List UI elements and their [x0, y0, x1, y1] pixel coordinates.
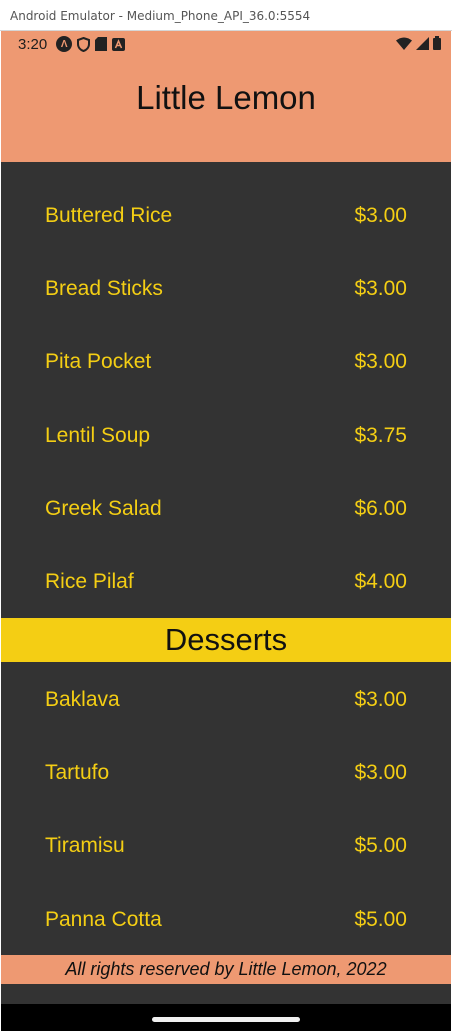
- emulator-window-title: Android Emulator - Medium_Phone_API_36.0…: [0, 0, 452, 31]
- menu-item-name: Rice Pilaf: [45, 569, 134, 593]
- menu-item[interactable]: Greek Salad $6.00: [1, 472, 451, 545]
- menu-item-name: Pita Pocket: [45, 349, 152, 373]
- signal-icon: [416, 36, 429, 55]
- menu-item-price: $3.00: [354, 276, 407, 300]
- menu-item-price: $6.00: [354, 496, 407, 520]
- dessert-item[interactable]: Baklava $3.00: [1, 663, 451, 736]
- app-title: Little Lemon: [136, 79, 316, 116]
- dessert-item[interactable]: Panna Cotta $5.00: [1, 883, 451, 956]
- phone-screen: 3:20 Λ Little Lemon Buttered Rice $3.00: [1, 31, 451, 1031]
- menu-item[interactable]: Pita Pocket $3.00: [1, 325, 451, 398]
- notification-a-icon: [112, 37, 126, 51]
- android-auto-icon: Λ: [56, 36, 73, 52]
- battery-icon: [433, 36, 441, 55]
- dessert-item[interactable]: Tiramisu $5.00: [1, 809, 451, 882]
- menu-item-price: $3.00: [354, 349, 407, 373]
- menu-item-name: Bread Sticks: [45, 276, 163, 300]
- menu-item[interactable]: Bread Sticks $3.00: [1, 252, 451, 325]
- menu-item-name: Buttered Rice: [45, 203, 173, 227]
- status-time: 3:20: [18, 35, 48, 53]
- app-footer: All rights reserved by Little Lemon, 202…: [1, 955, 451, 984]
- home-gesture-handle[interactable]: [152, 1016, 300, 1022]
- menu-item[interactable]: Buttered Rice $3.00: [1, 179, 451, 252]
- dessert-item-price: $3.00: [354, 760, 407, 784]
- dessert-item-name: Tiramisu: [45, 833, 125, 857]
- dessert-item-price: $5.00: [354, 833, 407, 857]
- dessert-item-name: Baklava: [45, 687, 120, 711]
- dessert-item-name: Panna Cotta: [45, 907, 162, 931]
- menu-item-price: $3.00: [354, 203, 407, 227]
- menu-item[interactable]: Lentil Soup $3.75: [1, 399, 451, 472]
- menu-item-price: $3.75: [354, 423, 407, 447]
- status-right-icons: [396, 36, 441, 55]
- menu-item-price: $4.00: [354, 569, 407, 593]
- section-header-desserts: Desserts: [1, 618, 451, 662]
- dessert-item-name: Tartufo: [45, 760, 110, 784]
- shield-icon: [77, 36, 91, 52]
- wifi-icon: [396, 37, 412, 55]
- navigation-bar: [1, 1004, 451, 1031]
- app-header: Little Lemon: [1, 57, 451, 162]
- dessert-item[interactable]: Tartufo $3.00: [1, 736, 451, 809]
- menu-item-name: Greek Salad: [45, 496, 162, 520]
- dessert-item-price: $3.00: [354, 687, 407, 711]
- status-bar: 3:20 Λ: [1, 31, 451, 57]
- menu-item[interactable]: Rice Pilaf $4.00: [1, 545, 451, 618]
- menu-item-name: Lentil Soup: [45, 423, 151, 447]
- dessert-item-price: $5.00: [354, 907, 407, 931]
- sd-card-icon: [95, 37, 108, 51]
